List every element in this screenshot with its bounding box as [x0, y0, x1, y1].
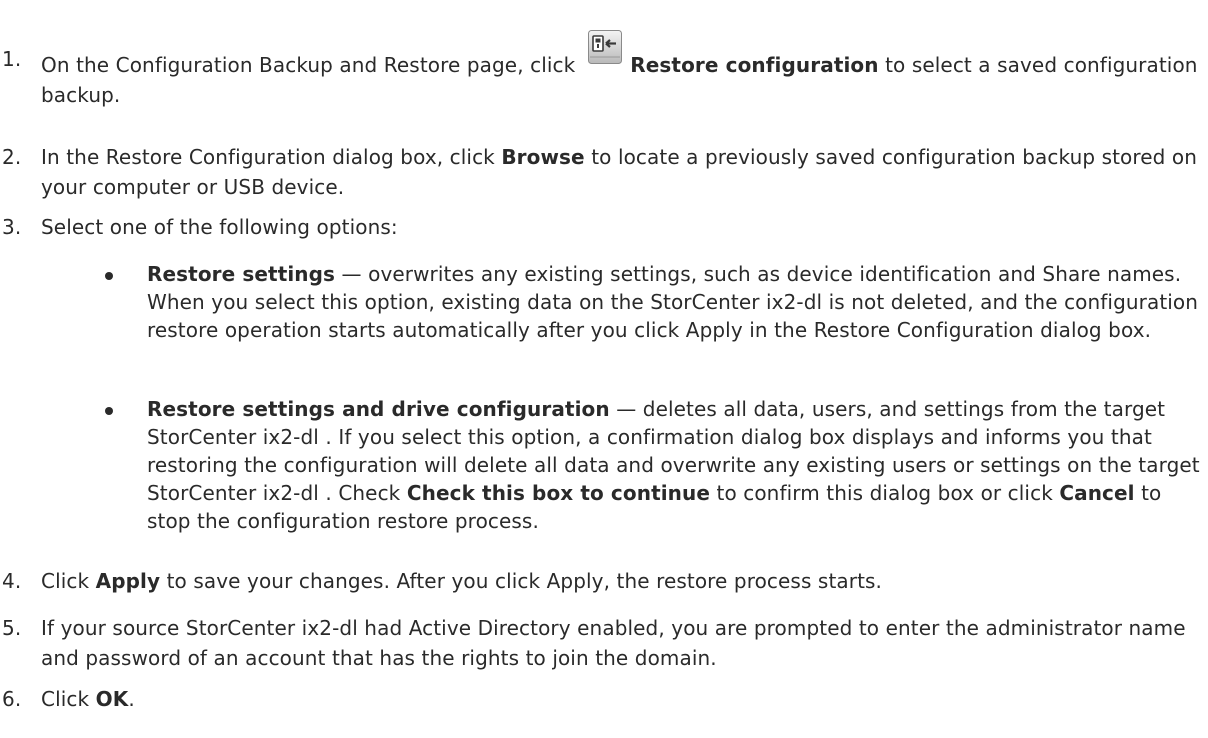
step-number: 5.	[2, 616, 22, 640]
step-number: 2.	[2, 145, 22, 169]
step-text: Click Apply to save your changes. After …	[41, 569, 882, 593]
restore-configuration-icon	[587, 30, 622, 78]
step-text: On the Configuration Backup and Restore …	[41, 30, 1200, 110]
step-text: Click OK.	[41, 687, 135, 711]
step-number: 4.	[2, 569, 22, 593]
bullet-icon	[105, 407, 113, 415]
bullet-icon	[105, 272, 113, 280]
step-text: In the Restore Configuration dialog box,…	[41, 145, 1198, 199]
step-text: Select one of the following options:	[41, 215, 398, 239]
option-text: Restore settings and drive configuration…	[147, 397, 1200, 533]
step-number: 6.	[2, 687, 22, 711]
step-text: If your source StorCenter ix2-dl had Act…	[41, 616, 1186, 670]
step-number: 1.	[2, 47, 22, 71]
document-page: 1. On the Configuration Backup and Resto…	[0, 0, 1208, 738]
option-text: Restore settings — overwrites any existi…	[147, 262, 1199, 342]
step-number: 3.	[2, 215, 22, 239]
